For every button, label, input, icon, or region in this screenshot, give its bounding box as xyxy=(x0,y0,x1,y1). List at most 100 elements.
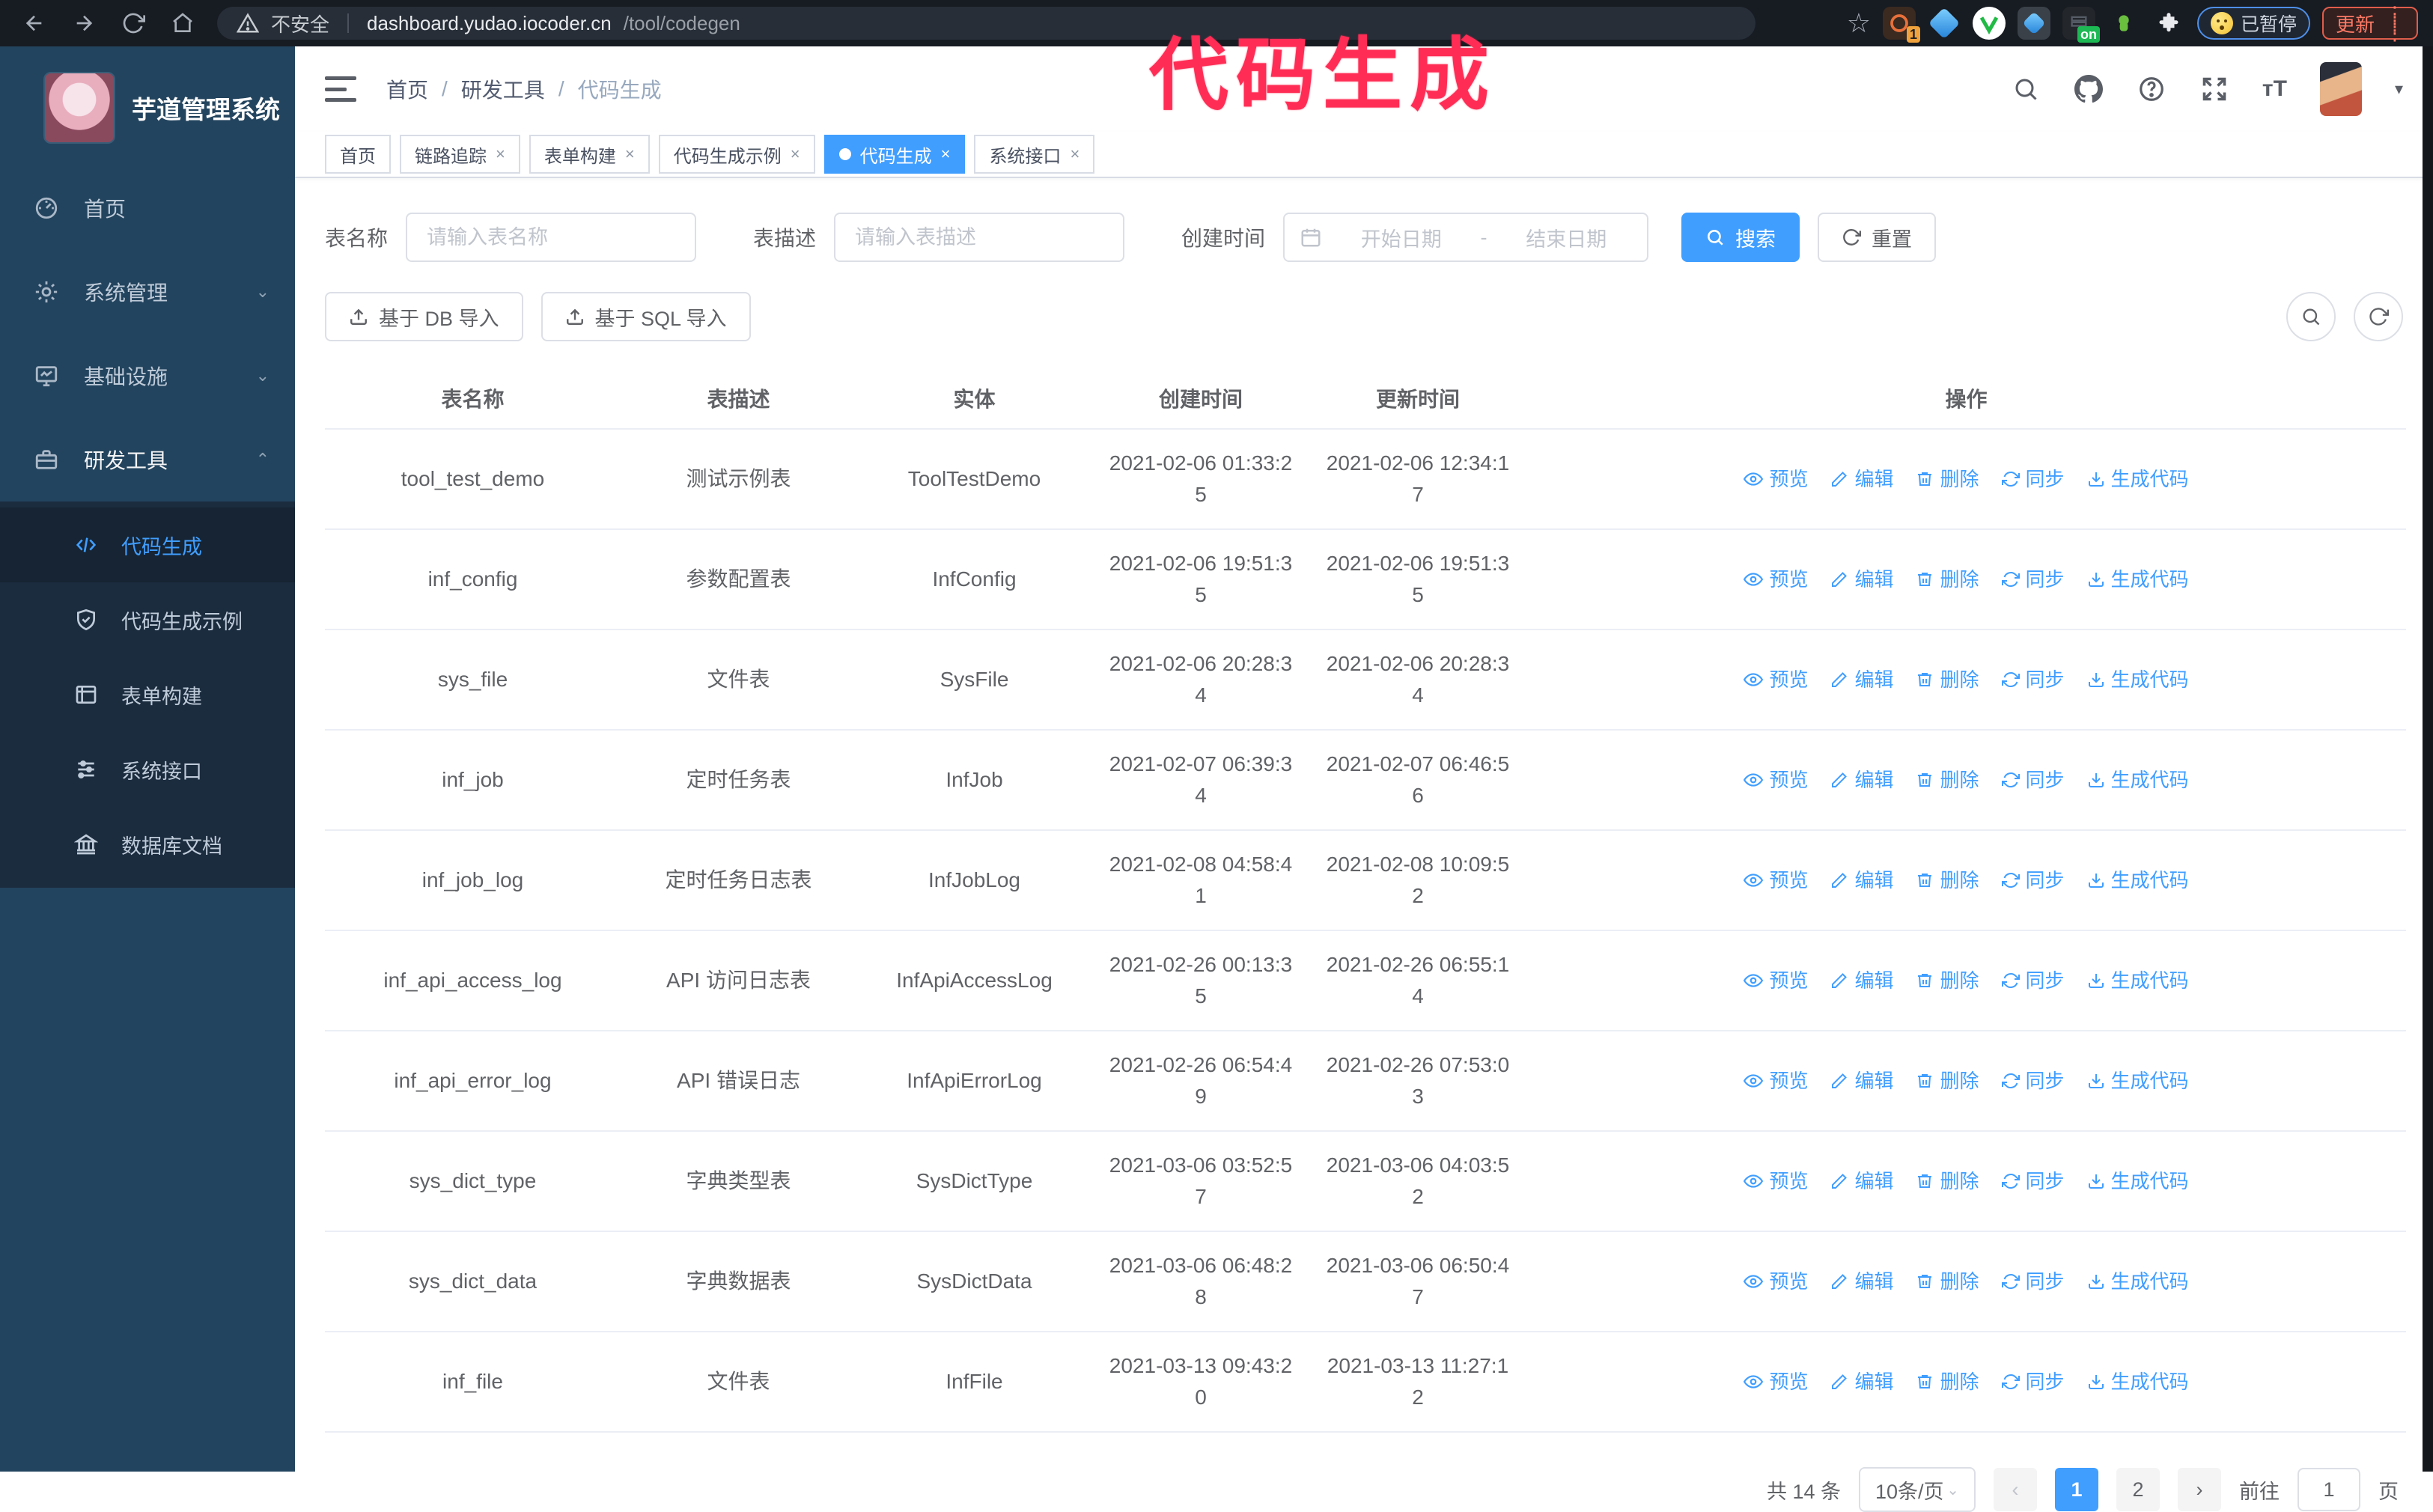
table-row[interactable]: tool_test_demo 测试示例表 ToolTestDemo 2021-0… xyxy=(325,429,2406,530)
menu-dots-icon[interactable]: ⋮ ⋮ ⋮ xyxy=(2385,4,2405,43)
generate-code-action[interactable]: 生成代码 xyxy=(2087,465,2189,494)
edit-action[interactable]: 编辑 xyxy=(1830,465,1893,494)
delete-action[interactable]: 删除 xyxy=(1916,1368,1979,1397)
font-size-icon[interactable]: тT xyxy=(2262,76,2287,102)
breadcrumb-home[interactable]: 首页 xyxy=(386,74,428,104)
sync-action[interactable]: 同步 xyxy=(2001,966,2065,996)
prev-page-button[interactable]: ‹ xyxy=(1994,1468,2037,1511)
date-range-picker[interactable]: 开始日期 - 结束日期 xyxy=(1283,213,1649,262)
page-size-select[interactable]: 10条/页 ⌄ xyxy=(1859,1467,1976,1512)
edit-action[interactable]: 编辑 xyxy=(1830,565,1893,594)
close-icon[interactable]: × xyxy=(791,144,800,164)
table-row[interactable]: inf_job 定时任务表 InfJob 2021-02-07 06:39:34… xyxy=(325,730,2406,831)
delete-action[interactable]: 删除 xyxy=(1916,1267,1979,1296)
sidebar-item-codegen[interactable]: 代码生成 xyxy=(0,507,295,582)
close-icon[interactable]: × xyxy=(941,144,951,164)
sync-action[interactable]: 同步 xyxy=(2001,1067,2065,1096)
sync-action[interactable]: 同步 xyxy=(2001,766,2065,795)
extension-icon-dark-on[interactable]: on xyxy=(2062,7,2100,43)
sidebar-item-system[interactable]: 系统管理 ⌄ xyxy=(0,250,295,334)
preview-action[interactable]: 预览 xyxy=(1744,1368,1808,1397)
sidebar-item-system-api[interactable]: 系统接口 xyxy=(0,732,295,807)
tab-form-builder[interactable]: 表单构建 × xyxy=(529,135,650,174)
sync-action[interactable]: 同步 xyxy=(2001,1368,2065,1397)
generate-code-action[interactable]: 生成代码 xyxy=(2087,1067,2189,1096)
breadcrumb-devtools[interactable]: 研发工具 xyxy=(461,74,545,104)
generate-code-action[interactable]: 生成代码 xyxy=(2087,1167,2189,1196)
table-row[interactable]: inf_api_error_log API 错误日志 InfApiErrorLo… xyxy=(325,1031,2406,1132)
sidebar-item-form-builder[interactable]: 表单构建 xyxy=(0,657,295,732)
tab-tracing[interactable]: 链路追踪 × xyxy=(400,135,520,174)
edit-action[interactable]: 编辑 xyxy=(1830,1067,1893,1096)
preview-action[interactable]: 预览 xyxy=(1744,465,1808,494)
address-bar[interactable]: 不安全 dashboard.yudao.iocoder.cn/tool/code… xyxy=(217,7,1756,40)
edit-action[interactable]: 编辑 xyxy=(1830,1167,1893,1196)
generate-code-action[interactable]: 生成代码 xyxy=(2087,966,2189,996)
header-search-icon[interactable] xyxy=(2011,74,2041,104)
browser-reload-icon[interactable] xyxy=(120,10,147,37)
sync-action[interactable]: 同步 xyxy=(2001,1167,2065,1196)
generate-code-action[interactable]: 生成代码 xyxy=(2087,766,2189,795)
edit-action[interactable]: 编辑 xyxy=(1830,665,1893,695)
tab-codegen[interactable]: 代码生成 × xyxy=(823,135,966,174)
delete-action[interactable]: 删除 xyxy=(1916,866,1979,895)
goto-page-input[interactable] xyxy=(2298,1468,2360,1511)
tab-codegen-example[interactable]: 代码生成示例 × xyxy=(658,135,815,174)
page-button-1[interactable]: 1 xyxy=(2055,1468,2098,1511)
help-icon[interactable] xyxy=(2137,74,2166,104)
close-icon[interactable]: × xyxy=(625,144,635,164)
preview-action[interactable]: 预览 xyxy=(1744,1267,1808,1296)
edit-action[interactable]: 编辑 xyxy=(1830,866,1893,895)
reset-button[interactable]: 重置 xyxy=(1818,213,1937,262)
delete-action[interactable]: 删除 xyxy=(1916,1067,1979,1096)
delete-action[interactable]: 删除 xyxy=(1916,565,1979,594)
fullscreen-icon[interactable] xyxy=(2199,74,2229,104)
extension-icon-green-check[interactable] xyxy=(1972,7,2006,40)
table-row[interactable]: sys_dict_data 字典数据表 SysDictData 2021-03-… xyxy=(325,1231,2406,1332)
delete-action[interactable]: 删除 xyxy=(1916,665,1979,695)
hamburger-icon[interactable] xyxy=(325,76,356,102)
delete-action[interactable]: 删除 xyxy=(1916,1167,1979,1196)
sync-action[interactable]: 同步 xyxy=(2001,665,2065,695)
profile-paused-chip[interactable]: 已暂停 xyxy=(2196,7,2310,40)
refresh-table-button[interactable] xyxy=(2354,292,2403,341)
table-row[interactable]: inf_api_access_log API 访问日志表 InfApiAcces… xyxy=(325,930,2406,1031)
close-icon[interactable]: × xyxy=(496,144,505,164)
user-caret-down-icon[interactable]: ▾ xyxy=(2395,79,2403,99)
table-row[interactable]: sys_file 文件表 SysFile 2021-02-06 20:28:34… xyxy=(325,630,2406,731)
import-db-button[interactable]: 基于 DB 导入 xyxy=(325,292,523,341)
table-desc-input[interactable] xyxy=(834,213,1125,262)
preview-action[interactable]: 预览 xyxy=(1744,766,1808,795)
sidebar-item-home[interactable]: 首页 xyxy=(0,166,295,250)
extensions-puzzle-icon[interactable] xyxy=(2152,7,2185,40)
table-row[interactable]: inf_config 参数配置表 InfConfig 2021-02-06 19… xyxy=(325,529,2406,630)
generate-code-action[interactable]: 生成代码 xyxy=(2087,866,2189,895)
tab-system-api[interactable]: 系统接口 × xyxy=(974,135,1095,174)
preview-action[interactable]: 预览 xyxy=(1744,1067,1808,1096)
browser-update-button[interactable]: 更新 ⋮ ⋮ ⋮ xyxy=(2321,4,2418,43)
table-row[interactable]: inf_job_log 定时任务日志表 InfJobLog 2021-02-08… xyxy=(325,830,2406,931)
table-row[interactable]: sys_dict_type 字典类型表 SysDictType 2021-03-… xyxy=(325,1131,2406,1232)
browser-back-icon[interactable] xyxy=(21,10,48,37)
generate-code-action[interactable]: 生成代码 xyxy=(2087,1267,2189,1296)
toggle-search-button[interactable] xyxy=(2286,292,2336,341)
table-name-input[interactable] xyxy=(406,213,697,262)
preview-action[interactable]: 预览 xyxy=(1744,565,1808,594)
preview-action[interactable]: 预览 xyxy=(1744,966,1808,996)
page-button-2[interactable]: 2 xyxy=(2116,1468,2160,1511)
browser-forward-icon[interactable] xyxy=(70,10,97,37)
sync-action[interactable]: 同步 xyxy=(2001,866,2065,895)
edit-action[interactable]: 编辑 xyxy=(1830,1368,1893,1397)
tab-home[interactable]: 首页 xyxy=(325,135,391,174)
sidebar-item-db-doc[interactable]: 数据库文档 xyxy=(0,807,295,882)
sidebar-item-codegen-example[interactable]: 代码生成示例 xyxy=(0,582,295,657)
bookmark-star-icon[interactable]: ☆ xyxy=(1847,10,1871,37)
delete-action[interactable]: 删除 xyxy=(1916,465,1979,494)
preview-action[interactable]: 预览 xyxy=(1744,1167,1808,1196)
sync-action[interactable]: 同步 xyxy=(2001,465,2065,494)
github-icon[interactable] xyxy=(2074,74,2104,104)
import-sql-button[interactable]: 基于 SQL 导入 xyxy=(541,292,751,341)
browser-home-icon[interactable] xyxy=(169,10,196,37)
sync-action[interactable]: 同步 xyxy=(2001,565,2065,594)
extension-icon-grid-gem[interactable] xyxy=(2017,7,2050,40)
